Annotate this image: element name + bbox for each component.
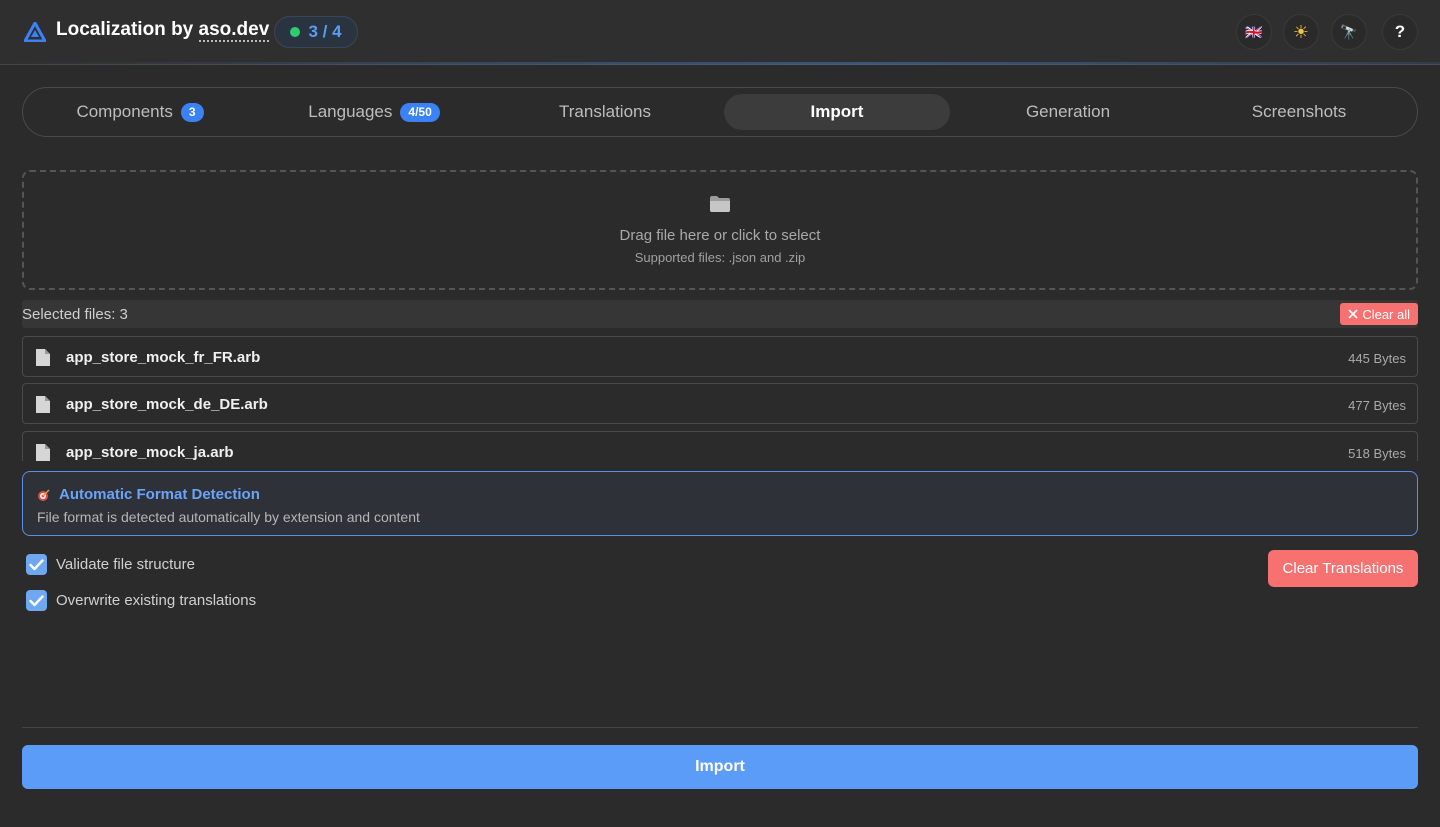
validate-structure-option[interactable]: Validate file structure (26, 554, 195, 575)
format-detection-title-text: Automatic Format Detection (59, 486, 260, 503)
overwrite-translations-checkbox[interactable] (26, 590, 47, 611)
tab-label: Components (76, 102, 173, 121)
app-title-prefix: Localization by (56, 19, 199, 40)
tab-import[interactable]: Import (724, 94, 950, 130)
app-title: Localization by aso.dev (56, 19, 270, 42)
clear-all-button[interactable]: Clear all (1340, 303, 1418, 325)
file-list-item[interactable]: app_store_mock_ja.arb 518 Bytes (22, 431, 1418, 461)
tab-label: Translations (559, 102, 651, 121)
checkmark-icon (29, 558, 44, 570)
footer-divider (22, 727, 1418, 728)
tab-label: Screenshots (1251, 102, 1347, 121)
import-button[interactable]: Import (22, 745, 1418, 789)
selected-files-count: Selected files: 3 (22, 306, 128, 323)
overwrite-translations-option[interactable]: Overwrite existing translations (26, 590, 256, 611)
uk-flag-icon: 🇬🇧 (1245, 23, 1263, 40)
tab-screenshots[interactable]: Screenshots (1187, 94, 1411, 130)
file-name: app_store_mock_ja.arb (66, 444, 234, 461)
tab-generation[interactable]: Generation (956, 94, 1180, 130)
help-button[interactable]: ? (1382, 14, 1418, 50)
tab-label: Import (810, 102, 864, 121)
language-button[interactable]: 🇬🇧 (1236, 14, 1272, 50)
theme-toggle-button[interactable]: ☀ (1283, 14, 1319, 50)
header-accent-line (0, 62, 1440, 65)
telescope-button[interactable]: 🔭 (1331, 14, 1367, 50)
progress-counter-badge: 3 / 4 (274, 16, 358, 48)
file-icon (36, 349, 50, 366)
validate-structure-label: Validate file structure (56, 556, 195, 573)
file-dropzone[interactable]: Drag file here or click to select Suppor… (22, 170, 1418, 290)
telescope-icon: 🔭 (1340, 23, 1358, 40)
validate-structure-checkbox[interactable] (26, 554, 47, 575)
selected-files-header: Selected files: 3 Clear all (22, 300, 1418, 328)
file-icon (36, 396, 50, 413)
clear-all-label: Clear all (1362, 306, 1410, 322)
format-detection-info: Automatic Format Detection File format i… (22, 471, 1418, 536)
tab-badge: 4/50 (400, 102, 440, 122)
app-title-brand-link[interactable]: aso.dev (198, 19, 270, 42)
tab-label: Generation (1025, 102, 1111, 121)
file-list[interactable]: app_store_mock_fr_FR.arb 445 Bytes app_s… (22, 336, 1418, 461)
tab-components[interactable]: Components 3 (30, 94, 250, 130)
folder-icon (710, 196, 730, 212)
file-name: app_store_mock_fr_FR.arb (66, 349, 261, 366)
help-icon: ? (1394, 22, 1406, 41)
file-icon (36, 444, 50, 461)
checkmark-icon (29, 594, 44, 606)
target-icon (38, 489, 50, 501)
dropzone-supported-types: Supported files: .json and .zip (634, 250, 806, 265)
file-list-item[interactable]: app_store_mock_fr_FR.arb 445 Bytes (22, 336, 1418, 377)
tab-label: Languages (308, 102, 393, 121)
file-name: app_store_mock_de_DE.arb (66, 396, 268, 413)
tab-languages[interactable]: Languages 4/50 (261, 94, 487, 130)
overwrite-translations-label: Overwrite existing translations (56, 592, 257, 609)
dropzone-instruction: Drag file here or click to select (619, 227, 821, 244)
app-header: Localization by aso.dev 3 / 4 🇬🇧 ☀ 🔭 ? (0, 0, 1440, 65)
tab-translations[interactable]: Translations (493, 94, 717, 130)
file-size: 518 Bytes (1348, 446, 1406, 461)
progress-counter-text: 3 / 4 (308, 22, 342, 41)
format-detection-description: File format is detected automatically by… (37, 509, 420, 525)
sun-icon: ☀ (1292, 21, 1310, 42)
tab-badge: 3 (180, 102, 204, 122)
clear-translations-button[interactable]: Clear Translations (1268, 550, 1418, 587)
file-list-item[interactable]: app_store_mock_de_DE.arb 477 Bytes (22, 383, 1418, 424)
format-detection-title: Automatic Format Detection (37, 486, 260, 503)
close-icon (1348, 309, 1358, 319)
file-size: 445 Bytes (1348, 351, 1406, 366)
status-dot-icon (290, 27, 301, 37)
file-size: 477 Bytes (1348, 398, 1406, 413)
app-logo-icon (24, 22, 46, 42)
tab-bar: Components 3 Languages 4/50 Translations… (22, 87, 1418, 137)
